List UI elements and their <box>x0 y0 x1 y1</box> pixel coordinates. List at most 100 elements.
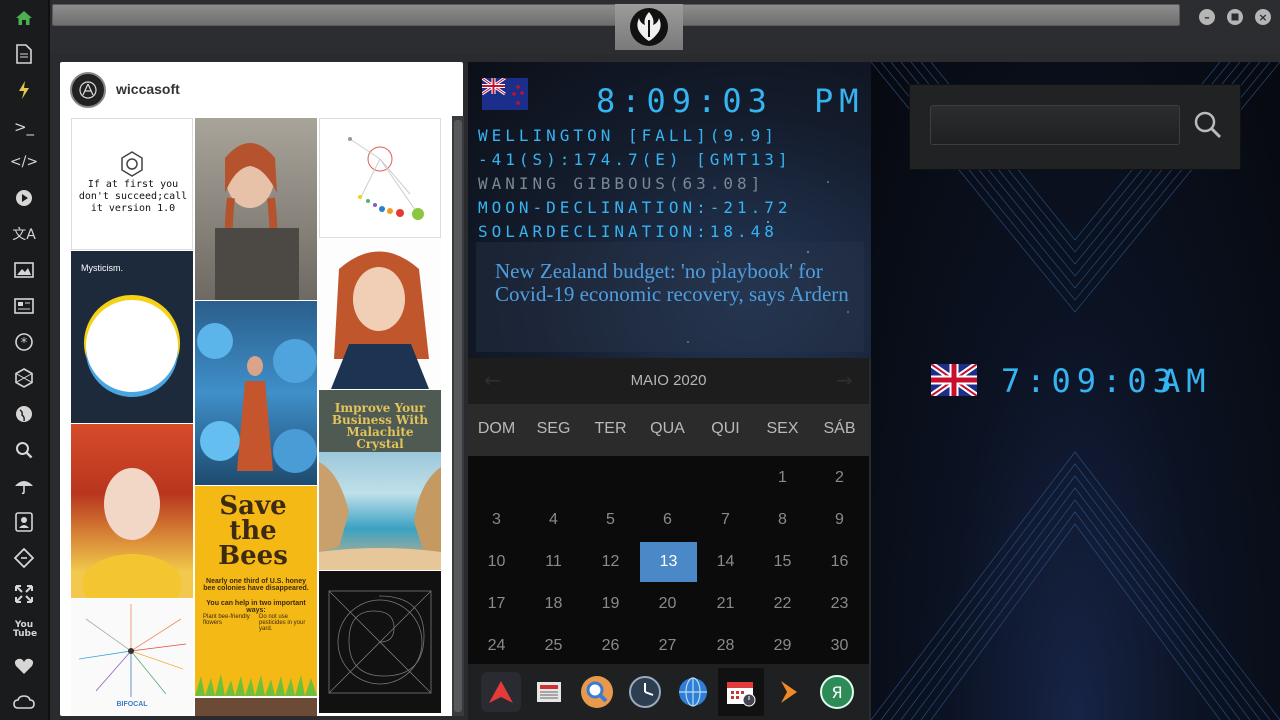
umbrella-icon[interactable] <box>8 472 40 500</box>
pin-network-graph[interactable] <box>319 118 441 238</box>
weekday-label: DOM <box>477 420 516 437</box>
newspaper-icon[interactable] <box>529 672 569 712</box>
hexagon-icon[interactable] <box>8 364 40 392</box>
portrait-graphic <box>331 251 429 389</box>
pin-beach[interactable] <box>319 452 441 570</box>
code-icon[interactable]: </> <box>8 148 40 176</box>
calendar-day[interactable]: 6 <box>639 500 696 540</box>
ya-icon[interactable]: Я <box>817 672 857 712</box>
calendar-day[interactable]: 10 <box>468 542 525 582</box>
calendar-month: MAIO 2020 <box>630 372 707 389</box>
calendar-day[interactable]: 23 <box>811 584 868 624</box>
calendar-day[interactable]: 3 <box>468 500 525 540</box>
emblem-tab[interactable] <box>615 4 683 50</box>
weekday-label: SEG <box>536 420 571 437</box>
asterisk-icon[interactable]: * <box>8 328 40 356</box>
profile-name[interactable]: wiccasoft <box>116 81 180 97</box>
search-input[interactable] <box>930 105 1180 145</box>
calendar-icon[interactable] <box>718 668 764 716</box>
fullscreen-icon[interactable] <box>8 580 40 608</box>
calendar-day[interactable]: 26 <box>582 626 639 666</box>
magnifier-icon[interactable] <box>577 672 617 712</box>
heart-icon[interactable] <box>8 652 40 680</box>
document-icon[interactable] <box>8 40 40 68</box>
pin-malachite[interactable]: Improve Your Business With Malachite Cry… <box>319 390 441 452</box>
bees-tip-1: Plant bee-friendly flowers <box>203 614 250 626</box>
app-dock: Я <box>468 664 869 720</box>
maximize-button[interactable] <box>1227 9 1243 25</box>
calendar-day[interactable]: 16 <box>811 542 868 582</box>
pin-golden-spiral[interactable] <box>319 571 441 713</box>
pin-mysticism[interactable]: Mysticism. <box>71 251 193 423</box>
lightning-icon[interactable] <box>8 76 40 104</box>
calendar-day[interactable]: 29 <box>754 626 811 666</box>
calendar-day[interactable]: 4 <box>525 500 582 540</box>
calendar-day[interactable]: 21 <box>697 584 754 624</box>
calendar-day[interactable]: 25 <box>525 626 582 666</box>
calendar-day[interactable]: 14 <box>697 542 754 582</box>
search-widget <box>909 84 1241 170</box>
calendar-day-today[interactable]: 13 <box>640 542 697 582</box>
calendar-day[interactable]: 12 <box>582 542 639 582</box>
minimize-button[interactable]: – <box>1199 9 1215 25</box>
pin-hydrangeas[interactable] <box>195 301 317 485</box>
youtube-icon[interactable]: You Tube <box>8 616 40 644</box>
git-icon[interactable] <box>8 544 40 572</box>
globe-icon[interactable] <box>8 400 40 428</box>
pin-partial[interactable] <box>195 698 317 716</box>
calendar-day[interactable]: 17 <box>468 584 525 624</box>
calendar-day[interactable]: 5 <box>582 500 639 540</box>
search-button[interactable] <box>1190 107 1226 143</box>
calendar-day[interactable]: 18 <box>525 584 582 624</box>
nz-moon-phase: WANING GIBBOUS(63.08] <box>478 174 765 193</box>
play-icon[interactable] <box>8 184 40 212</box>
weekday-label: QUA <box>650 420 685 437</box>
avatar[interactable] <box>70 72 106 108</box>
contact-icon[interactable] <box>8 508 40 536</box>
pin-portrait-braids[interactable] <box>195 118 317 300</box>
calendar-day[interactable]: 11 <box>525 542 582 582</box>
news-ticker: New Zealand budget: 'no playbook' for Co… <box>476 242 864 352</box>
image-icon[interactable] <box>8 256 40 284</box>
home-icon[interactable] <box>8 4 40 32</box>
pin-quote[interactable]: If at first you don't succeed;call it ve… <box>71 118 193 250</box>
calendar-day[interactable]: 27 <box>639 626 696 666</box>
pin-save-bees[interactable]: Save the Bees Nearly one third of U.S. h… <box>195 486 317 696</box>
calendar-day[interactable]: 2 <box>811 458 868 498</box>
calendar-header: ← MAIO 2020 → <box>468 358 869 404</box>
calendar-day[interactable]: 9 <box>811 500 868 540</box>
globe-icon[interactable] <box>673 672 713 712</box>
pin-portrait-red[interactable] <box>71 424 193 598</box>
calendar-day[interactable]: 1 <box>754 458 811 498</box>
calendar-day[interactable]: 24 <box>468 626 525 666</box>
calendar-day[interactable]: 30 <box>811 626 868 666</box>
calendar-day[interactable]: 8 <box>754 500 811 540</box>
arrow-app-icon[interactable] <box>481 672 521 712</box>
calendar-day[interactable]: 20 <box>639 584 696 624</box>
search-icon[interactable] <box>8 436 40 464</box>
play-arrow-icon[interactable] <box>769 672 809 712</box>
close-button[interactable]: × <box>1255 9 1271 25</box>
calendar-day[interactable]: 19 <box>582 584 639 624</box>
clock-icon[interactable] <box>625 672 665 712</box>
bees-subtitle: Nearly one third of U.S. honey bee colon… <box>203 578 309 592</box>
news-icon[interactable] <box>8 292 40 320</box>
youtube-label: You Tube <box>13 620 38 639</box>
calendar-day[interactable]: 22 <box>754 584 811 624</box>
pinterest-scrollbar[interactable] <box>452 116 464 716</box>
translate-icon[interactable]: 文A <box>8 220 40 248</box>
terminal-icon[interactable]: >_ <box>8 113 40 141</box>
calendar-widget: ← MAIO 2020 → DOM SEG TER QUA QUI SEX SÁ… <box>468 358 869 664</box>
calendar-day[interactable]: 28 <box>697 626 754 666</box>
calendar-day[interactable]: 7 <box>697 500 754 540</box>
bees-help: You can help in two important ways: <box>206 600 306 614</box>
pin-bifocal[interactable]: BIFOCAL <box>71 599 193 716</box>
pin-portrait-smile[interactable] <box>319 239 441 389</box>
next-month-button[interactable]: → <box>836 368 853 392</box>
scrollbar-thumb[interactable] <box>454 120 462 712</box>
weekday-row: DOM SEG TER QUA QUI SEX SÁB <box>468 404 869 456</box>
news-headline[interactable]: New Zealand budget: 'no playbook' for Co… <box>495 260 865 306</box>
calendar-day[interactable]: 15 <box>754 542 811 582</box>
cloud-icon[interactable] <box>8 688 40 716</box>
nz-flag-icon <box>482 78 528 110</box>
